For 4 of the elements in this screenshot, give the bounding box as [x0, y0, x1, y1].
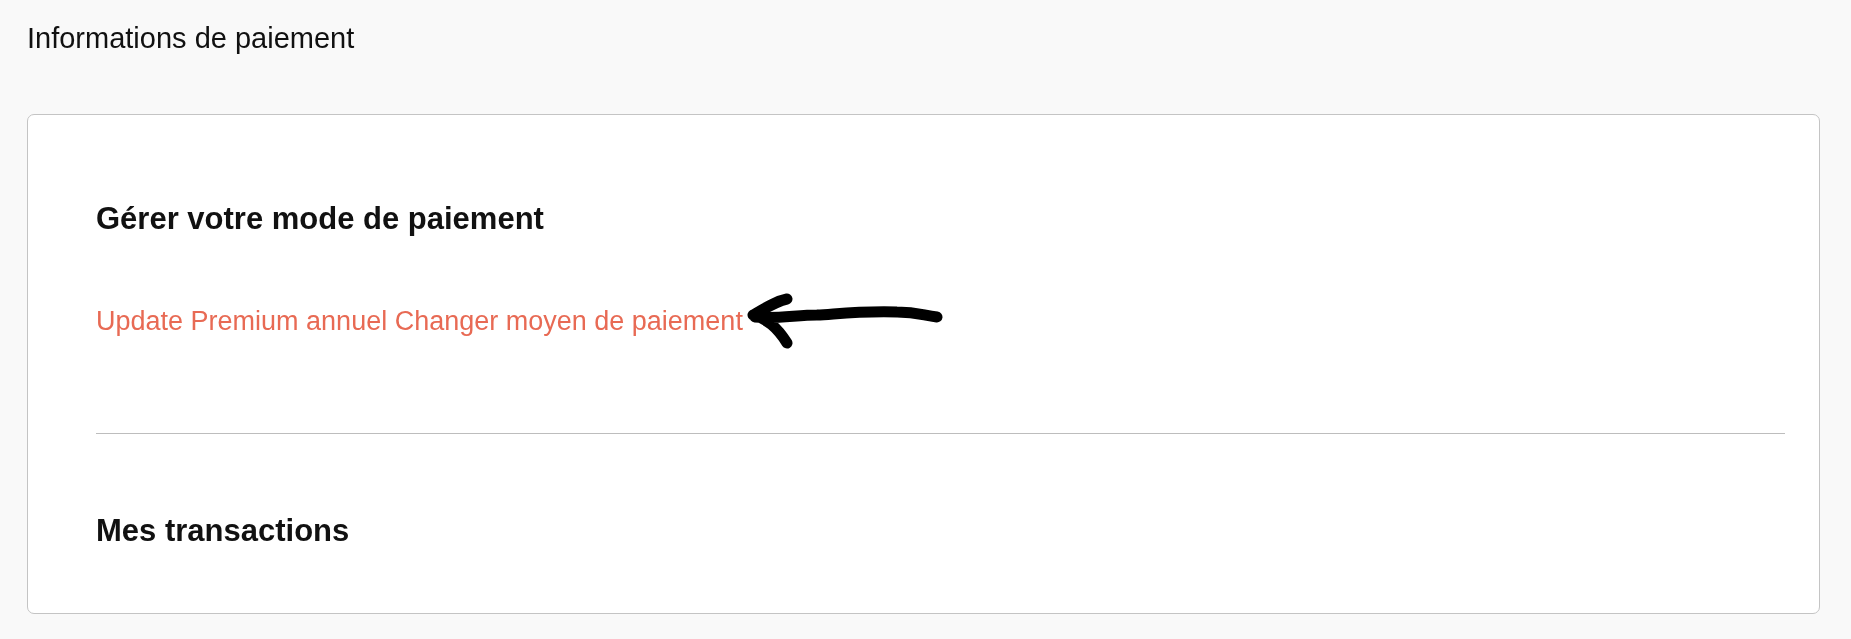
page-title: Informations de paiement	[27, 21, 356, 56]
change-payment-link[interactable]: Update Premium annuel Changer moyen de paiement	[96, 305, 743, 337]
section-heading: Gérer votre mode de paiement	[96, 200, 545, 238]
section-heading: Mes transactions	[96, 512, 351, 550]
